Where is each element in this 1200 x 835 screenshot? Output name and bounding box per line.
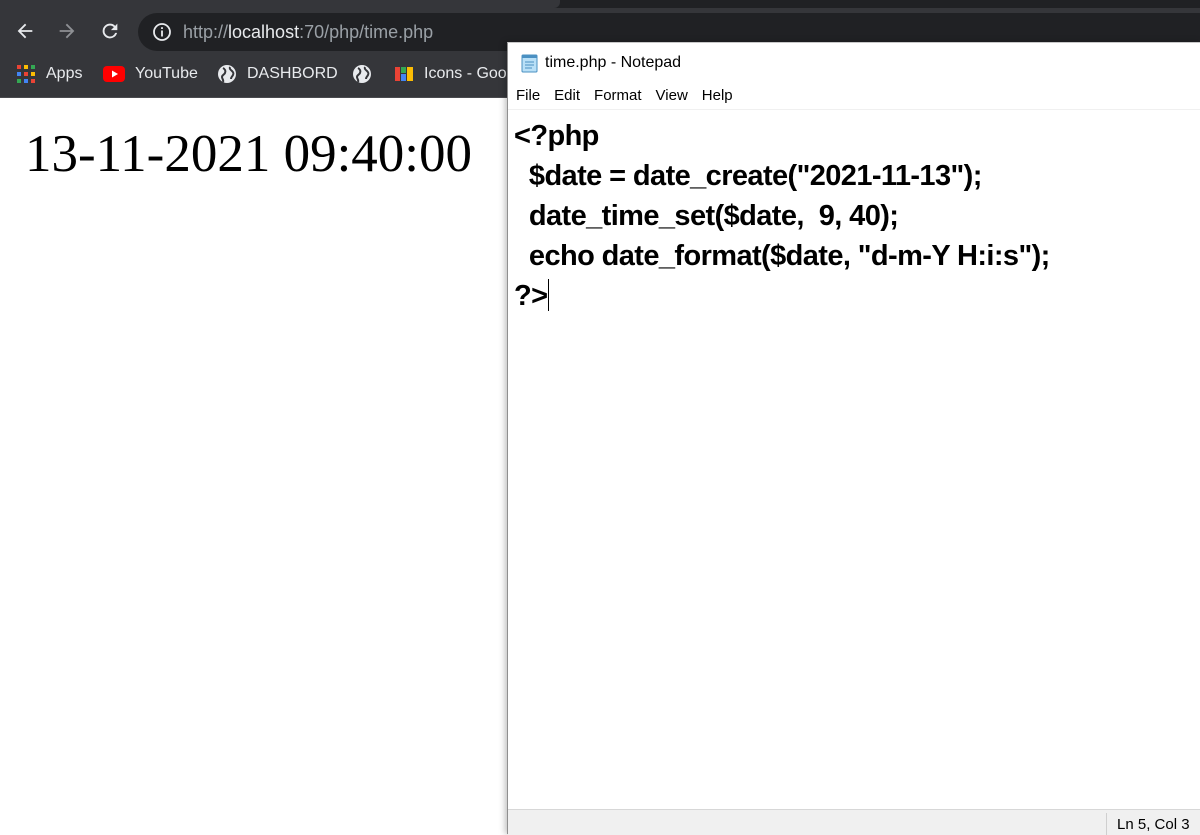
notepad-menu-bar: File Edit Format View Help: [508, 85, 1200, 107]
menu-edit[interactable]: Edit: [546, 85, 586, 107]
bookmark-label: DASHBORD: [247, 65, 338, 82]
code-line-text: ?>: [514, 280, 548, 312]
code-line: $date = date_create("2021-11-13");: [514, 160, 982, 192]
menu-view[interactable]: View: [648, 85, 694, 107]
info-icon[interactable]: [152, 22, 172, 42]
bookmark-globe[interactable]: [352, 62, 382, 86]
reload-icon: [102, 23, 118, 39]
reload-button[interactable]: [95, 16, 125, 46]
back-button[interactable]: [10, 16, 40, 46]
menu-file[interactable]: File: [508, 85, 546, 107]
bookmark-youtube[interactable]: YouTube: [103, 62, 198, 86]
bookmark-label: Apps: [46, 65, 83, 82]
notepad-title: time.php - Notepad: [545, 54, 682, 71]
url-path: :70/php/time.php: [299, 22, 434, 42]
notepad-status-bar: Ln 5, Col 3: [508, 809, 1200, 835]
bookmark-label: Icons - Goog: [424, 65, 516, 82]
url-scheme: http://: [183, 22, 229, 42]
php-output-text: 13-11-2021 09:40:00: [25, 125, 473, 183]
globe-icon: [217, 64, 237, 84]
notepad-title-bar[interactable]: time.php - Notepad: [508, 43, 1200, 83]
cursor-position: Ln 5, Col 3: [1117, 816, 1190, 833]
url-text[interactable]: http://localhost:70/php/time.php: [183, 22, 433, 43]
url-host: localhost: [228, 22, 300, 42]
code-line-last: ?>: [514, 276, 1050, 316]
bookmark-apps[interactable]: Apps: [16, 62, 82, 86]
icons8-icon: [394, 64, 414, 84]
youtube-icon: [103, 66, 125, 82]
menu-help[interactable]: Help: [694, 85, 739, 107]
active-tab[interactable]: [0, 0, 560, 8]
code-line: <?php: [514, 120, 599, 152]
forward-button[interactable]: [52, 16, 82, 46]
status-separator: [1106, 813, 1107, 835]
apps-grid-icon: [16, 64, 36, 84]
menu-format[interactable]: Format: [586, 85, 648, 107]
bookmark-label: YouTube: [135, 65, 198, 82]
forward-arrow-icon: [59, 23, 75, 39]
bookmark-dashbord[interactable]: DASHBORD: [217, 62, 338, 86]
back-arrow-icon: [17, 23, 33, 39]
code-line: echo date_format($date, "d-m-Y H:i:s");: [514, 240, 1050, 272]
code-text: <?php $date = date_create("2021-11-13");…: [514, 116, 1050, 316]
bookmark-icons-google[interactable]: Icons - Goog: [394, 62, 516, 86]
notepad-icon: [521, 54, 538, 73]
text-caret: [548, 279, 550, 311]
tab-strip: [0, 0, 1200, 8]
globe-icon: [352, 64, 372, 84]
notepad-text-area[interactable]: <?php $date = date_create("2021-11-13");…: [508, 109, 1200, 810]
code-line: date_time_set($date, 9, 40);: [514, 200, 899, 232]
notepad-window[interactable]: time.php - Notepad File Edit Format View…: [507, 42, 1200, 835]
